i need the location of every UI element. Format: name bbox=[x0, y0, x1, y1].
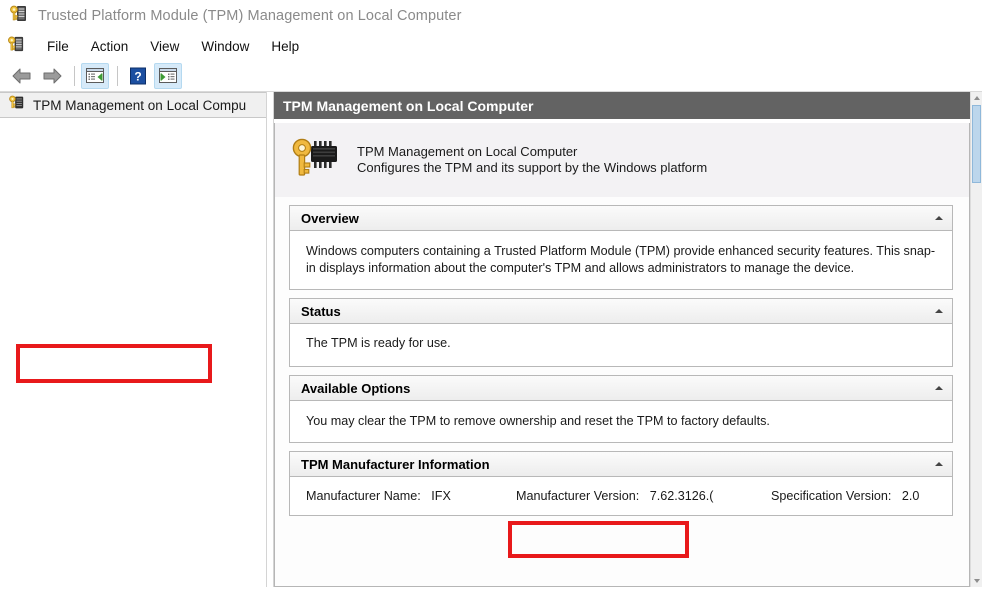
chevron-up-icon[interactable] bbox=[935, 462, 943, 466]
manufacturer-version-value: 7.62.3126.( bbox=[649, 489, 714, 503]
manufacturer-info-row: Manufacturer Name: IFX Manufacturer Vers… bbox=[290, 477, 952, 515]
right-arrow-icon bbox=[43, 68, 62, 83]
section-status-body: The TPM is ready for use. bbox=[290, 324, 952, 366]
chevron-up-icon[interactable] bbox=[935, 386, 943, 390]
triangle-up-icon bbox=[973, 96, 980, 100]
section-title: Available Options bbox=[301, 380, 411, 396]
question-mark-icon: ? bbox=[130, 67, 146, 84]
menu-item-view[interactable]: View bbox=[139, 36, 190, 57]
manufacturer-name-field: Manufacturer Name: IFX bbox=[306, 489, 516, 503]
section-title: Status bbox=[301, 303, 341, 319]
key-chip-icon bbox=[289, 136, 341, 185]
menu-item-file[interactable]: File bbox=[36, 36, 80, 57]
toolbar: ? bbox=[0, 60, 982, 92]
action-pane-icon bbox=[159, 67, 177, 83]
section-overview-header[interactable]: Overview bbox=[290, 206, 952, 231]
sidebar-item-label: TPM Management on Local Compu bbox=[33, 97, 247, 113]
sidebar-item-tpm-management[interactable]: TPM Management on Local Compu bbox=[0, 92, 266, 118]
specification-version-field: Specification Version: 2.0 bbox=[771, 489, 919, 503]
scrollbar-down-button[interactable] bbox=[971, 575, 982, 587]
banner-title: TPM Management on Local Computer bbox=[357, 144, 578, 159]
result-pane: TPM Management on Local Computer TPM Man… bbox=[274, 92, 982, 587]
triangle-down-icon bbox=[973, 579, 980, 583]
svg-text:?: ? bbox=[134, 69, 141, 83]
menu-bar: File Action View Window Help bbox=[0, 32, 982, 60]
page-title: TPM Management on Local Computer bbox=[283, 97, 534, 114]
help-button[interactable]: ? bbox=[124, 63, 152, 89]
section-status: Status The TPM is ready for use. bbox=[289, 298, 953, 367]
specification-version-value: 2.0 bbox=[901, 489, 920, 503]
section-status-header[interactable]: Status bbox=[290, 299, 952, 324]
scrollbar-thumb[interactable] bbox=[972, 105, 981, 183]
manufacturer-name-value: IFX bbox=[431, 489, 451, 503]
scrollbar-up-button[interactable] bbox=[971, 92, 982, 104]
panel-scroll-body: TPM Management on Local Computer Configu… bbox=[274, 123, 970, 587]
section-available-options: Available Options You may clear the TPM … bbox=[289, 375, 953, 443]
back-button[interactable] bbox=[8, 63, 36, 89]
section-overview-body: Windows computers containing a Trusted P… bbox=[290, 231, 952, 289]
left-arrow-icon bbox=[12, 68, 31, 83]
chevron-up-icon[interactable] bbox=[935, 216, 943, 220]
key-chip-icon bbox=[8, 94, 25, 116]
show-action-pane-button[interactable] bbox=[154, 62, 182, 89]
section-available-options-body: You may clear the TPM to remove ownershi… bbox=[290, 401, 952, 442]
section-title: Overview bbox=[301, 210, 359, 226]
manufacturer-version-label: Manufacturer Version: bbox=[516, 489, 640, 503]
manufacturer-version-field: Manufacturer Version: 7.62.3126.( bbox=[516, 489, 771, 503]
toolbar-separator bbox=[74, 65, 75, 86]
specification-version-label: Specification Version: bbox=[771, 489, 892, 503]
toolbar-separator bbox=[117, 65, 118, 86]
result-pane-scrollbar[interactable] bbox=[970, 92, 982, 587]
console-tree-pane: TPM Management on Local Compu bbox=[0, 92, 267, 587]
workspace: TPM Management on Local Compu TPM Manage… bbox=[0, 92, 982, 587]
window-title: Trusted Platform Module (TPM) Management… bbox=[38, 8, 462, 24]
menu-item-action[interactable]: Action bbox=[80, 36, 140, 57]
panel-banner: TPM Management on Local Computer Configu… bbox=[275, 123, 969, 197]
status-text: The TPM is ready for use. bbox=[306, 336, 451, 350]
section-available-options-header[interactable]: Available Options bbox=[290, 376, 952, 401]
banner-text: TPM Management on Local Computer Configu… bbox=[357, 144, 707, 176]
section-tpm-manufacturer-header[interactable]: TPM Manufacturer Information bbox=[290, 452, 952, 477]
menu-item-help[interactable]: Help bbox=[260, 36, 310, 57]
banner-subtitle: Configures the TPM and its support by th… bbox=[357, 160, 708, 175]
console-tree-icon bbox=[86, 67, 104, 83]
available-options-text: You may clear the TPM to remove ownershi… bbox=[306, 414, 770, 428]
menu-item-window[interactable]: Window bbox=[190, 36, 260, 57]
key-chip-icon bbox=[9, 4, 28, 28]
key-chip-icon bbox=[7, 35, 25, 58]
window-title-bar: Trusted Platform Module (TPM) Management… bbox=[0, 0, 982, 32]
section-title: TPM Manufacturer Information bbox=[301, 456, 490, 472]
section-tpm-manufacturer-information: TPM Manufacturer Information Manufacture… bbox=[289, 451, 953, 516]
manufacturer-name-label: Manufacturer Name: bbox=[306, 489, 421, 503]
overview-text: Windows computers containing a Trusted P… bbox=[306, 244, 936, 275]
show-console-tree-button[interactable] bbox=[81, 62, 109, 89]
forward-button[interactable] bbox=[38, 63, 66, 89]
chevron-up-icon[interactable] bbox=[935, 309, 943, 313]
panel-header: TPM Management on Local Computer bbox=[274, 92, 970, 121]
pane-splitter[interactable] bbox=[267, 92, 274, 587]
section-overview: Overview Windows computers containing a … bbox=[289, 205, 953, 290]
